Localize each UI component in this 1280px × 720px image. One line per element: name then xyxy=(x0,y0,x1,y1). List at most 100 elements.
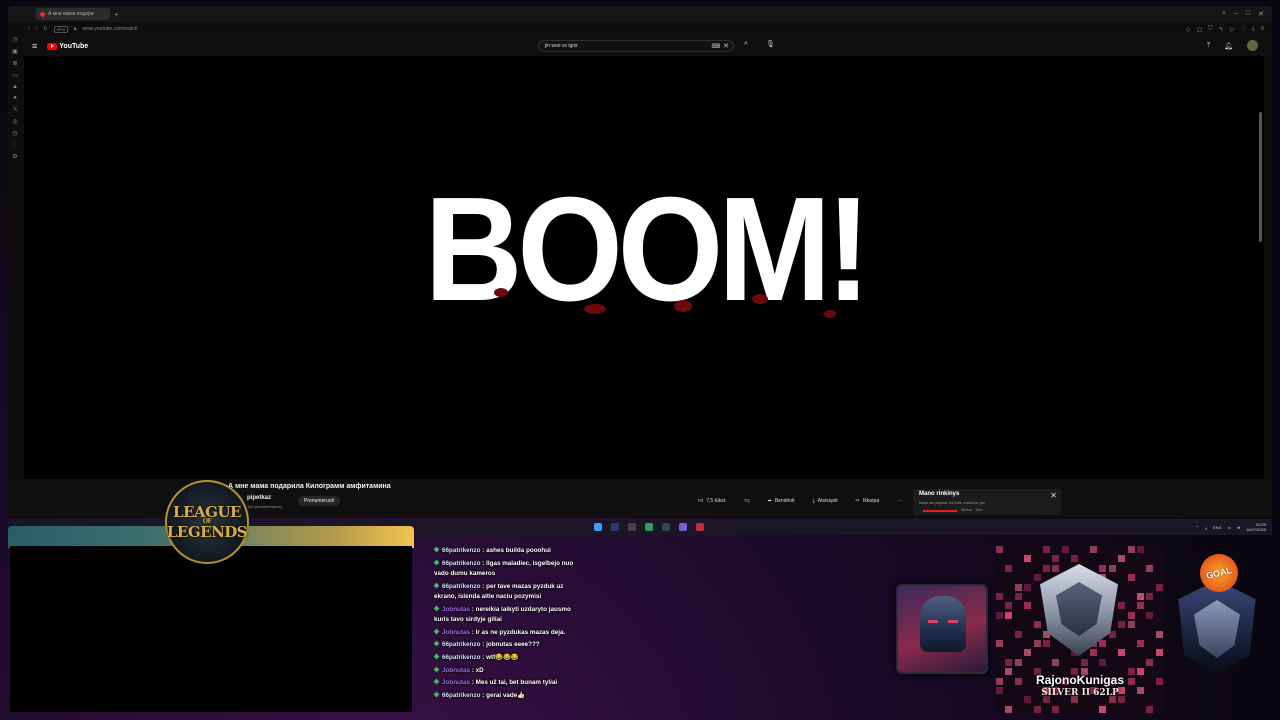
back-icon[interactable]: ‹ xyxy=(28,26,30,32)
notifications-bell-icon[interactable]: 🔔︎ xyxy=(1224,42,1233,50)
youtube-logo[interactable]: YouTube xyxy=(47,42,89,50)
tv-icon[interactable]: ▭ xyxy=(12,72,18,79)
chat-message: Jobnutas : nereikia laikyti uzdaryto jau… xyxy=(433,605,584,626)
summoner-name: RajonoKunigas xyxy=(1035,673,1124,687)
language-indicator[interactable]: ENG xyxy=(1213,525,1222,530)
youtube-favicon-icon xyxy=(40,11,45,17)
hamburger-menu-icon[interactable]: ≡ xyxy=(32,41,37,51)
x-icon[interactable]: 𝕏 xyxy=(13,106,18,113)
rank-pixel xyxy=(996,546,1003,553)
heart-icon[interactable]: ♡ xyxy=(1240,26,1245,33)
youtube-header: ≡ YouTube jin woo vs igris ⌨ ✕ ⌕ 🎙︎ ⤒ 🔔︎ xyxy=(22,36,1272,56)
rank-pixel xyxy=(1005,658,1013,666)
page-scrollbar[interactable] xyxy=(1259,112,1262,242)
search-button-icon[interactable]: ⌕ xyxy=(738,40,754,52)
upload-icon[interactable]: ⤒ xyxy=(1207,42,1210,50)
stack-icon[interactable]: ≣ xyxy=(12,60,17,67)
youtube-logo-text: YouTube xyxy=(59,42,89,50)
chat-username: Jobnutas xyxy=(442,666,470,674)
arrow-icon[interactable]: ▲ xyxy=(12,84,18,90)
rank-pixel xyxy=(1033,640,1041,647)
channel-name[interactable]: pipetkaz xyxy=(247,495,271,501)
stream-scene: А мне мама подари + ⌕ – □ ✕ ‹ › ↻ VPN 🔒︎… xyxy=(0,0,1280,720)
url-field[interactable]: www.youtube.com/watch xyxy=(82,26,137,32)
dislike-button[interactable]: 👎︎ xyxy=(745,498,750,504)
rank-pixel xyxy=(1155,630,1163,638)
rank-pixel xyxy=(1033,621,1041,629)
rank-pixel xyxy=(1024,555,1032,563)
history-icon[interactable]: ◷ xyxy=(12,36,17,43)
start-icon[interactable] xyxy=(594,523,602,531)
download-icon[interactable]: ⤓ xyxy=(1252,26,1255,33)
steam-icon[interactable] xyxy=(662,523,670,531)
spotify-icon[interactable] xyxy=(645,523,653,531)
address-bar: ‹ › ↻ VPN 🔒︎ www.youtube.com/watch ◇ ▢ ⛉… xyxy=(22,22,1272,36)
pen-icon[interactable]: ✎ xyxy=(1219,26,1224,33)
rank-pixel xyxy=(1014,593,1022,600)
clock[interactable]: 00:29 16/07/2025 xyxy=(1246,522,1266,532)
keyboard-icon[interactable]: ⌨ xyxy=(711,43,720,50)
chat-username: 66patrikenzo xyxy=(442,641,481,649)
settings-icon[interactable]: ⚙ xyxy=(12,153,17,160)
bag-icon[interactable]: ▣ xyxy=(12,48,18,55)
chat-badge-icon xyxy=(433,559,440,565)
rank-pixel xyxy=(1127,574,1135,582)
like-count: 7,5 tūkst. xyxy=(706,498,727,504)
play-icon[interactable]: ▷ xyxy=(1230,26,1235,33)
rank-pixel xyxy=(1024,583,1032,591)
like-button[interactable]: 👍︎ 7,5 tūkst. xyxy=(698,498,727,504)
maximize-icon[interactable]: □ xyxy=(1246,10,1250,18)
clock-icon[interactable]: ◷ xyxy=(12,130,17,137)
download-button[interactable]: ⤓ Atsisiųsti xyxy=(813,498,838,504)
volume-icon[interactable]: 🔊︎ xyxy=(1237,525,1240,530)
clear-search-icon[interactable]: ✕ xyxy=(723,42,729,50)
rank-card: RajonoKunigas SILVER II 62LP xyxy=(996,546,1164,714)
search-app-icon[interactable] xyxy=(611,523,619,531)
chat-message: 66patrikenzo : gerai vade👍🏻 xyxy=(433,691,584,702)
search-input[interactable]: jin woo vs igris ⌨ ✕ xyxy=(538,40,734,52)
bulb-icon[interactable]: ◌ xyxy=(13,142,17,148)
opera-icon[interactable] xyxy=(696,523,704,531)
chat-username: 66patrikenzo xyxy=(442,654,481,662)
vpn-badge[interactable]: VPN xyxy=(53,25,68,33)
close-window-icon[interactable]: ✕ xyxy=(1258,10,1264,18)
bookmark-icon[interactable]: ◇ xyxy=(1186,26,1191,33)
rank-pixel xyxy=(1014,630,1022,638)
discord-icon[interactable] xyxy=(679,523,687,531)
tray-download-icon[interactable]: ⤓ xyxy=(1205,525,1207,530)
screenshot-icon[interactable]: ▢ xyxy=(1197,26,1203,33)
scissors-icon: ✂ xyxy=(855,498,860,504)
chat-message: 66patrikenzo : per tave mazas pyzduk uz … xyxy=(433,582,584,603)
forward-icon[interactable]: › xyxy=(36,26,38,32)
rank-pixel xyxy=(1118,555,1126,563)
mix-playlist-panel[interactable]: Mano rinkinys Mixes are playlists YouTub… xyxy=(913,489,1061,515)
browser-tab[interactable]: А мне мама подари xyxy=(36,8,110,20)
more-actions-button[interactable]: ··· xyxy=(897,498,902,504)
new-tab-icon[interactable]: + xyxy=(114,10,119,19)
account-avatar[interactable] xyxy=(1247,40,1258,51)
rank-pixel xyxy=(996,593,1003,600)
subscribe-button[interactable]: Prenumeruoti xyxy=(298,496,341,506)
reload-icon[interactable]: ↻ xyxy=(43,26,47,32)
app-icon[interactable] xyxy=(628,523,636,531)
webcam-area xyxy=(10,546,412,712)
network-icon[interactable]: ▭ xyxy=(1228,525,1232,530)
rank-pixel xyxy=(1146,564,1154,572)
rank-pixel xyxy=(1005,602,1013,610)
tray-arrow-icon[interactable]: ⌃ xyxy=(1196,525,1199,530)
thumbs-up-icon: 👍︎ xyxy=(698,498,704,504)
close-mix-icon[interactable]: ✕ xyxy=(1050,491,1057,500)
shield-icon[interactable]: ⛉ xyxy=(1208,26,1213,33)
microphone-icon[interactable]: 🎙︎ xyxy=(766,40,775,48)
search-tabs-icon[interactable]: ⌕ xyxy=(1222,10,1226,18)
clip-button[interactable]: ✂ Iškarpa xyxy=(856,498,880,504)
circle-icon[interactable]: ◎ xyxy=(12,118,17,125)
minimize-icon[interactable]: – xyxy=(1234,10,1238,18)
rank-tier: SILVER II 62LP xyxy=(1041,688,1119,698)
messenger-icon[interactable]: ● xyxy=(13,95,17,101)
rank-pixel xyxy=(1137,640,1144,647)
video-player[interactable]: BOOM! xyxy=(24,56,1264,479)
share-button[interactable]: ➦ Bendrinti xyxy=(768,498,795,504)
logo-line-3: LEGENDS xyxy=(166,523,248,541)
menu-icon[interactable]: ≡ xyxy=(1260,26,1264,33)
